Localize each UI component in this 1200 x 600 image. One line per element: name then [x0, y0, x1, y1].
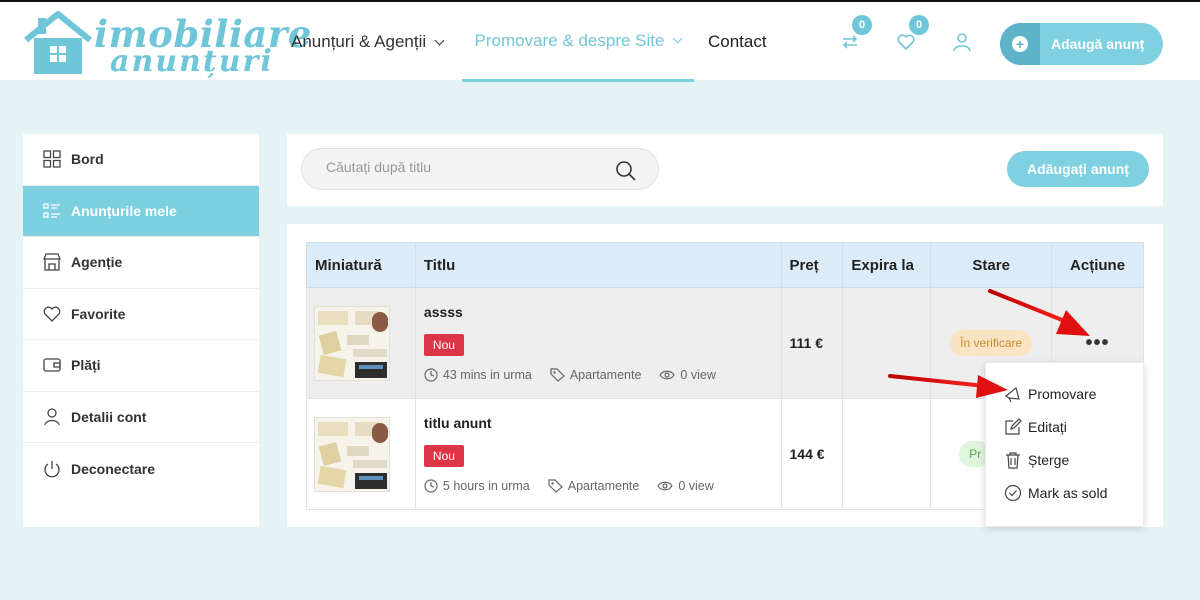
- logo-text-bottom: anunțuri: [110, 44, 274, 79]
- menu-item-mark-sold[interactable]: Mark as sold: [1004, 484, 1107, 502]
- posted-time: 43 mins in urma: [442, 368, 532, 382]
- check-circle-icon: [1004, 484, 1022, 502]
- actions-dropdown-menu: Promovare Editați Șterge Mark as sold: [985, 362, 1144, 527]
- trash-icon: [1006, 452, 1020, 469]
- clock-icon: [424, 479, 438, 493]
- heart-icon: [43, 306, 61, 322]
- nav-contact-label: Contact: [708, 32, 767, 51]
- sidebar-item-label: Favorite: [71, 305, 126, 322]
- listing-category: Apartamente: [569, 368, 642, 382]
- house-logo-icon: [24, 11, 92, 74]
- status-badge: În verificare: [950, 330, 1033, 356]
- chevron-down-icon: [434, 35, 445, 45]
- sidebar-item-agency[interactable]: Agenție: [23, 237, 259, 289]
- clock-icon: [424, 368, 438, 382]
- user-icon: [44, 408, 60, 425]
- expires-cell: [842, 287, 932, 399]
- edit-icon: [1005, 418, 1022, 435]
- view-count: 0 view: [680, 368, 716, 382]
- menu-item-edit[interactable]: Editați: [1004, 418, 1067, 436]
- chevron-down-icon: [673, 33, 683, 44]
- dashboard-sidebar: Bord Anunțurile mele Agenție Favorite Pl…: [23, 134, 259, 527]
- menu-item-label: Promovare: [1028, 386, 1097, 402]
- plus-icon: +: [1012, 36, 1028, 52]
- new-badge: Nou: [423, 445, 464, 467]
- power-icon: [44, 460, 60, 478]
- list-icon: [43, 203, 60, 218]
- compare-icon[interactable]: [840, 32, 860, 52]
- plus-icon-wrap: +: [1000, 23, 1040, 65]
- sidebar-item-label: Agenție: [71, 254, 123, 271]
- listing-meta: 5 hours in urma Apartamente 0 view: [424, 479, 781, 493]
- sidebar-item-my-listings[interactable]: Anunțurile mele: [23, 185, 259, 237]
- menu-item-label: Editați: [1028, 419, 1067, 435]
- listing-category: Apartamente: [567, 479, 640, 493]
- col-status: Stare: [930, 242, 1053, 288]
- add-listing-button[interactable]: + Adaugă anunț: [1000, 23, 1163, 65]
- nav-listings[interactable]: Anunțuri & Agenții: [291, 2, 445, 82]
- col-price: Preț: [780, 242, 844, 288]
- more-actions-icon[interactable]: •••: [1086, 333, 1110, 353]
- listing-title[interactable]: titlu anunt: [424, 415, 781, 431]
- table-header-row: Miniatură Titlu Preț Expira la Stare Acț…: [306, 242, 1144, 288]
- search-panel: Adăugați anunț: [287, 134, 1163, 206]
- add-listing-secondary-button[interactable]: Adăugați anunț: [1007, 151, 1149, 187]
- col-thumbnail: Miniatură: [306, 242, 416, 288]
- sidebar-item-label: Plăți: [71, 357, 101, 374]
- col-action: Acțiune: [1051, 242, 1144, 288]
- sidebar-item-label: Detalii cont: [71, 408, 147, 425]
- nav-promote[interactable]: Promovare & despre Site: [462, 2, 694, 82]
- search-icon[interactable]: [615, 160, 637, 182]
- listing-thumbnail[interactable]: [314, 416, 390, 492]
- wallet-icon: [43, 358, 61, 372]
- expires-cell: [842, 398, 932, 510]
- sidebar-item-payments[interactable]: Plăți: [23, 340, 259, 392]
- listing-meta: 43 mins in urma Apartamente 0 view: [424, 368, 781, 382]
- compare-count-badge: 0: [852, 15, 872, 35]
- sidebar-item-label: Anunțurile mele: [71, 202, 177, 219]
- new-badge: Nou: [423, 334, 464, 356]
- search-box: [301, 148, 659, 190]
- sidebar-item-logout[interactable]: Deconectare: [23, 443, 259, 495]
- store-icon: [43, 253, 61, 271]
- menu-item-delete[interactable]: Șterge: [1004, 451, 1069, 469]
- title-cell: assss Nou 43 mins in urma Apartamente 0 …: [414, 287, 782, 399]
- tag-icon: [548, 479, 563, 493]
- sidebar-item-label: Bord: [71, 151, 104, 168]
- tag-icon: [550, 368, 565, 382]
- menu-item-label: Mark as sold: [1028, 485, 1108, 501]
- heart-icon[interactable]: [896, 32, 916, 52]
- search-input[interactable]: [326, 159, 606, 175]
- nav-contact[interactable]: Contact: [708, 2, 767, 82]
- sidebar-item-account[interactable]: Detalii cont: [23, 392, 259, 443]
- col-title: Titlu: [414, 242, 782, 288]
- thumbnail-cell: [306, 287, 416, 399]
- thumbnail-cell: [306, 398, 416, 510]
- eye-icon: [657, 481, 674, 491]
- listing-title[interactable]: assss: [424, 304, 781, 320]
- title-cell: titlu anunt Nou 5 hours in urma Apartame…: [414, 398, 782, 510]
- grid-icon: [43, 150, 61, 168]
- view-count: 0 view: [678, 479, 714, 493]
- favorites-count-badge: 0: [909, 15, 929, 35]
- price-cell: 144 €: [780, 398, 844, 510]
- user-icon[interactable]: [952, 32, 972, 52]
- sidebar-item-favorites[interactable]: Favorite: [23, 289, 259, 340]
- add-listing-label: Adaugă anunț: [1051, 36, 1145, 52]
- posted-time: 5 hours in urma: [442, 479, 530, 493]
- sidebar-item-dashboard[interactable]: Bord: [23, 134, 259, 186]
- col-expires: Expira la: [842, 242, 932, 288]
- site-logo[interactable]: imobiliare anunțuri: [22, 10, 311, 79]
- site-header: imobiliare anunțuri Anunțuri & Agenții P…: [0, 0, 1200, 82]
- sidebar-item-label: Deconectare: [71, 460, 156, 477]
- listing-thumbnail[interactable]: [314, 305, 390, 381]
- price-cell: 111 €: [780, 287, 844, 399]
- megaphone-icon: [1004, 386, 1020, 403]
- menu-item-promote[interactable]: Promovare: [1004, 385, 1096, 403]
- eye-icon: [659, 370, 676, 380]
- nav-listings-label: Anunțuri & Agenții: [291, 32, 427, 51]
- nav-promote-label: Promovare & despre Site: [474, 30, 665, 50]
- menu-item-label: Șterge: [1028, 452, 1070, 468]
